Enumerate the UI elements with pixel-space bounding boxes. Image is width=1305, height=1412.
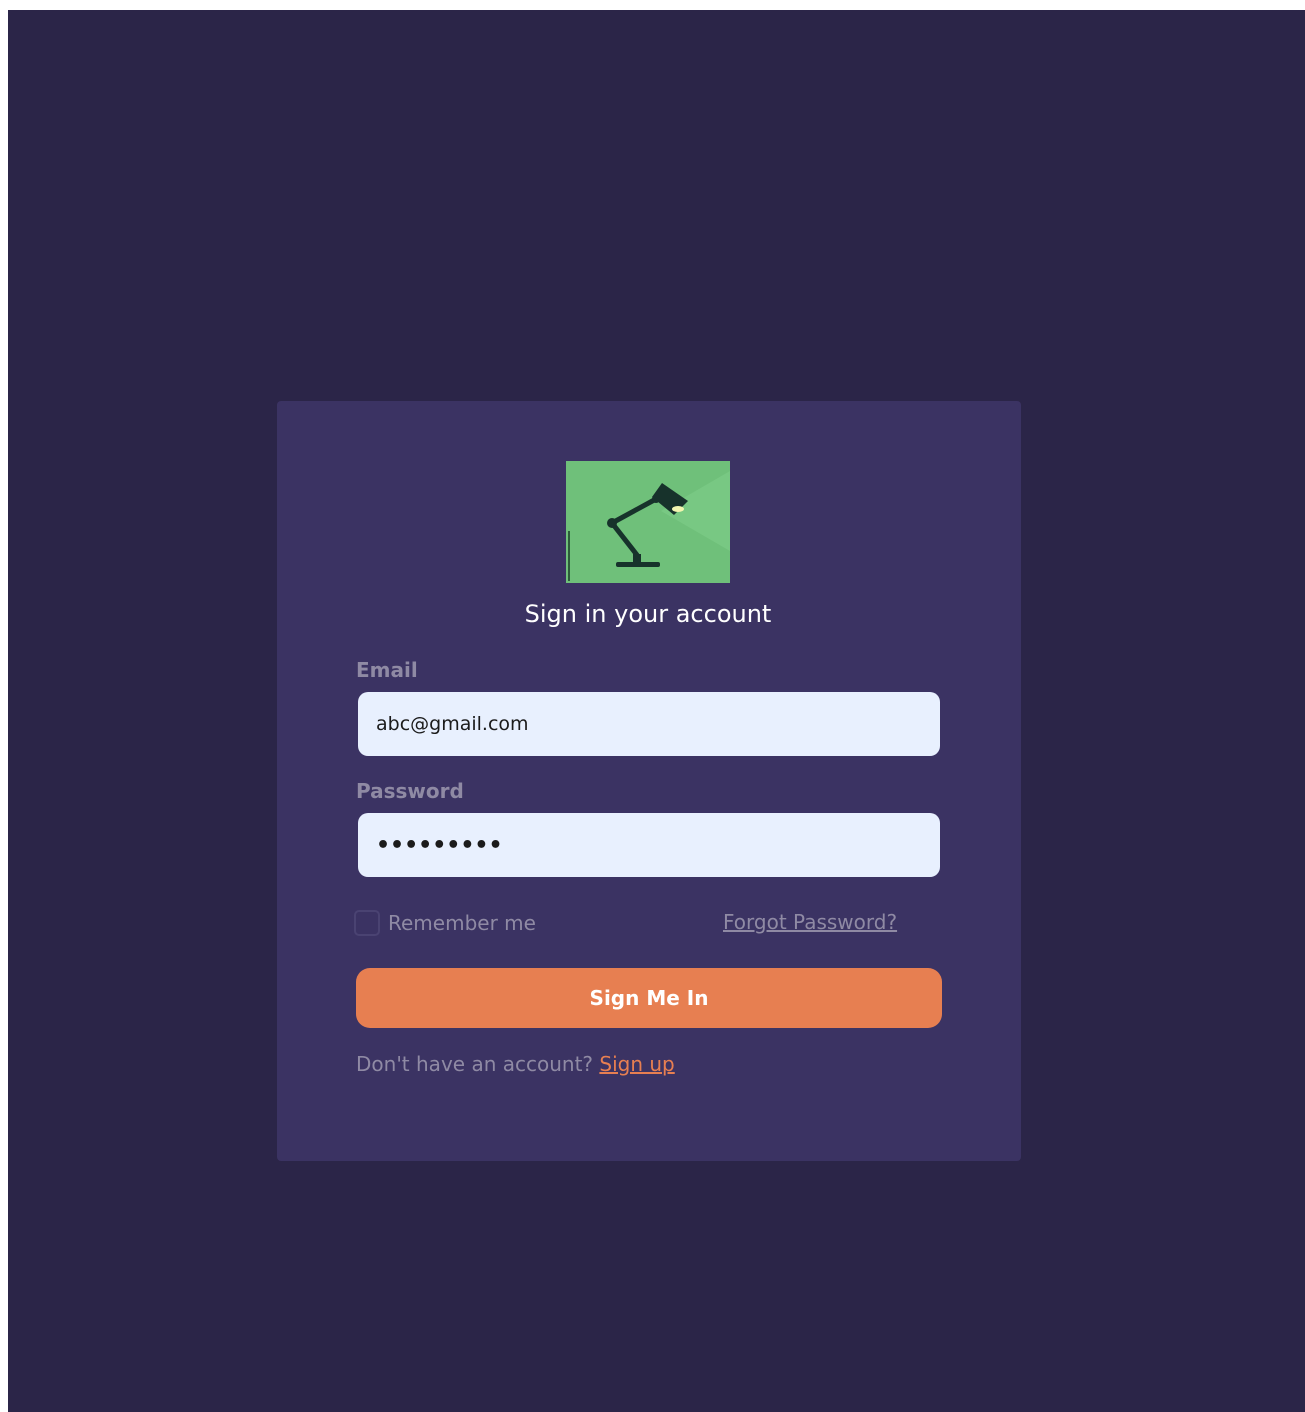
signup-link[interactable]: Sign up <box>599 1052 674 1076</box>
remember-me-checkbox[interactable] <box>354 910 380 936</box>
forgot-password-link[interactable]: Forgot Password? <box>723 909 897 935</box>
sign-in-button[interactable]: Sign Me In <box>356 968 942 1028</box>
password-label: Password <box>356 779 464 803</box>
password-field[interactable] <box>358 813 940 877</box>
email-label: Email <box>356 658 418 682</box>
email-field[interactable] <box>358 692 940 756</box>
remember-me-label: Remember me <box>388 911 536 935</box>
desk-lamp-icon <box>566 461 730 583</box>
logo <box>566 461 730 583</box>
signup-prompt: Don't have an account? <box>356 1052 594 1076</box>
signup-row: Don't have an account? Sign up <box>356 1050 675 1078</box>
remember-me[interactable]: Remember me <box>354 910 536 936</box>
page-title: Sign in your account <box>524 600 772 628</box>
